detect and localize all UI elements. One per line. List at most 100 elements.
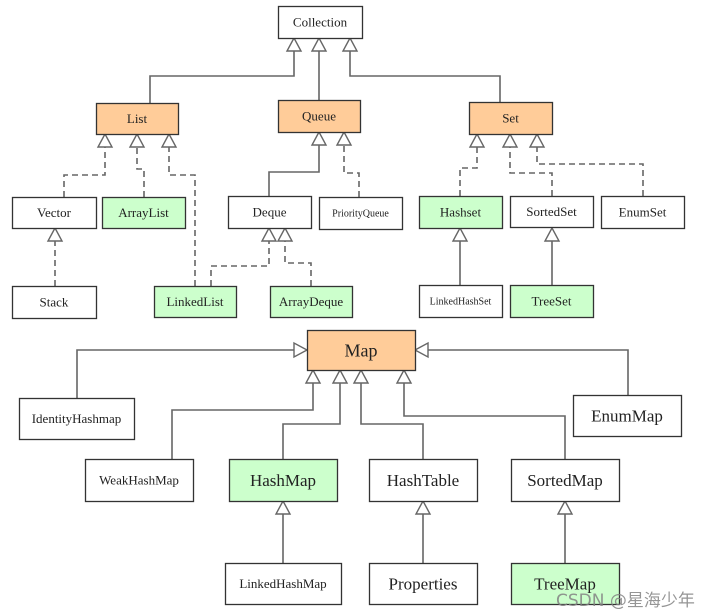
edge-identityhashmap-to-map	[76, 341, 309, 398]
dashed-line	[63, 147, 106, 197]
node-list: List	[95, 102, 180, 136]
edge-linkedhashmap-to-hashmap	[274, 499, 292, 563]
inheritance-arrow-icon	[413, 341, 429, 359]
solid-line	[403, 383, 566, 459]
inheritance-arrow-icon	[96, 132, 114, 148]
edge-linkedlist-to-deque	[210, 226, 278, 286]
solid-line	[268, 145, 320, 196]
edge-treeset-to-sortedset	[543, 226, 561, 285]
node-label: LinkedHashSet	[430, 297, 492, 308]
inheritance-arrow-icon	[274, 499, 292, 515]
edge-enummap-to-map	[413, 341, 629, 395]
edge-set-to-collection	[341, 36, 501, 102]
node-label: Deque	[253, 205, 287, 220]
edge-arraylist-to-list	[128, 132, 146, 197]
node-linkedhashmap: LinkedHashMap	[224, 562, 343, 606]
dashed-line	[210, 241, 270, 286]
inheritance-arrow-icon	[128, 132, 146, 148]
node-label: LinkedList	[166, 294, 223, 309]
dashed-line	[284, 241, 312, 286]
node-treeset: TreeSet	[509, 284, 595, 319]
edge-deque-to-queue	[268, 130, 328, 196]
node-enumset: EnumSet	[600, 195, 686, 230]
node-set: Set	[468, 101, 554, 136]
node-label: Collection	[293, 15, 348, 30]
collection-hierarchy-diagram: Collection List Queue Set Vector ArrayList Deq…	[11, 5, 686, 606]
inheritance-arrow-icon	[341, 36, 359, 52]
inheritance-arrow-icon	[260, 226, 278, 242]
inheritance-arrow-icon	[556, 499, 574, 515]
node-collection: Collection	[277, 5, 364, 40]
node-linkedhashset: LinkedHashSet	[418, 284, 504, 319]
node-label: IdentityHashmap	[32, 411, 122, 426]
node-map: Map	[306, 329, 417, 372]
dashed-line	[343, 145, 360, 197]
inheritance-arrow-icon	[293, 341, 309, 359]
node-linkedlist: LinkedList	[153, 285, 238, 319]
node-label: List	[127, 111, 148, 126]
dashed-line	[136, 147, 145, 197]
node-hashset: Hashset	[418, 195, 504, 230]
node-label: WeakHashMap	[99, 473, 179, 488]
dashed-line	[536, 147, 644, 196]
inheritance-arrow-icon	[352, 368, 370, 384]
inheritance-arrow-icon	[310, 36, 328, 52]
solid-line	[428, 349, 629, 395]
edge-queue-to-collection	[310, 36, 328, 100]
node-weakhashmap: WeakHashMap	[84, 458, 195, 503]
solid-line	[282, 383, 341, 459]
inheritance-arrow-icon	[501, 132, 519, 148]
inheritance-arrow-icon	[276, 226, 294, 242]
node-sortedmap: SortedMap	[510, 458, 621, 503]
inheritance-arrow-icon	[414, 499, 432, 515]
node-label: EnumMap	[591, 406, 663, 425]
inheritance-arrow-icon	[304, 368, 322, 384]
node-label: Queue	[302, 109, 336, 124]
inheritance-arrow-icon	[528, 132, 546, 148]
node-label: Stack	[40, 295, 69, 310]
solid-line	[360, 383, 424, 459]
inheritance-arrow-icon	[451, 226, 469, 242]
node-label: Properties	[389, 574, 458, 593]
node-label: SortedSet	[526, 204, 577, 219]
node-enummap: EnumMap	[572, 394, 683, 438]
inheritance-arrow-icon	[285, 36, 303, 52]
edge-sortedset-to-set	[501, 132, 553, 196]
node-arraylist: ArrayList	[101, 196, 187, 230]
edge-linkedhashset-to-hashset	[451, 226, 469, 285]
inheritance-arrow-icon	[395, 368, 413, 384]
node-label: TreeSet	[532, 294, 572, 309]
node-label: ArrayList	[118, 205, 169, 220]
node-hashtable: HashTable	[368, 458, 479, 503]
node-arraydeque: ArrayDeque	[269, 285, 354, 319]
nodes: Collection List Queue Set Vector ArrayList Deq…	[11, 5, 686, 606]
solid-line	[171, 383, 314, 459]
node-label: Set	[502, 111, 519, 126]
edge-hashtable-to-map	[352, 368, 424, 459]
node-identityhashmap: IdentityHashmap	[18, 397, 136, 441]
node-stack: Stack	[11, 285, 98, 320]
watermark: CSDN @星海少年	[556, 591, 695, 611]
edge-priorityqueue-to-queue	[335, 130, 360, 197]
node-label: Map	[345, 340, 378, 360]
node-properties: Properties	[368, 562, 479, 606]
node-label: Vector	[37, 205, 72, 220]
inheritance-arrow-icon	[543, 226, 561, 242]
solid-line	[149, 51, 295, 103]
inheritance-arrow-icon	[160, 132, 178, 148]
node-queue: Queue	[277, 99, 362, 134]
edge-properties-to-hashtable	[414, 499, 432, 563]
inheritance-arrow-icon	[310, 130, 328, 146]
node-label: LinkedHashMap	[239, 576, 326, 591]
edge-hashset-to-set	[459, 132, 486, 196]
edge-stack-to-vector	[46, 226, 64, 286]
node-label: Hashset	[440, 205, 482, 220]
node-label: HashMap	[250, 471, 316, 490]
solid-line	[76, 349, 294, 398]
node-label: HashTable	[387, 471, 459, 490]
inheritance-arrow-icon	[335, 130, 353, 146]
node-deque: Deque	[227, 195, 313, 230]
edge-treemap-to-sortedmap	[556, 499, 574, 563]
solid-line	[349, 51, 501, 102]
node-label: SortedMap	[527, 471, 603, 490]
